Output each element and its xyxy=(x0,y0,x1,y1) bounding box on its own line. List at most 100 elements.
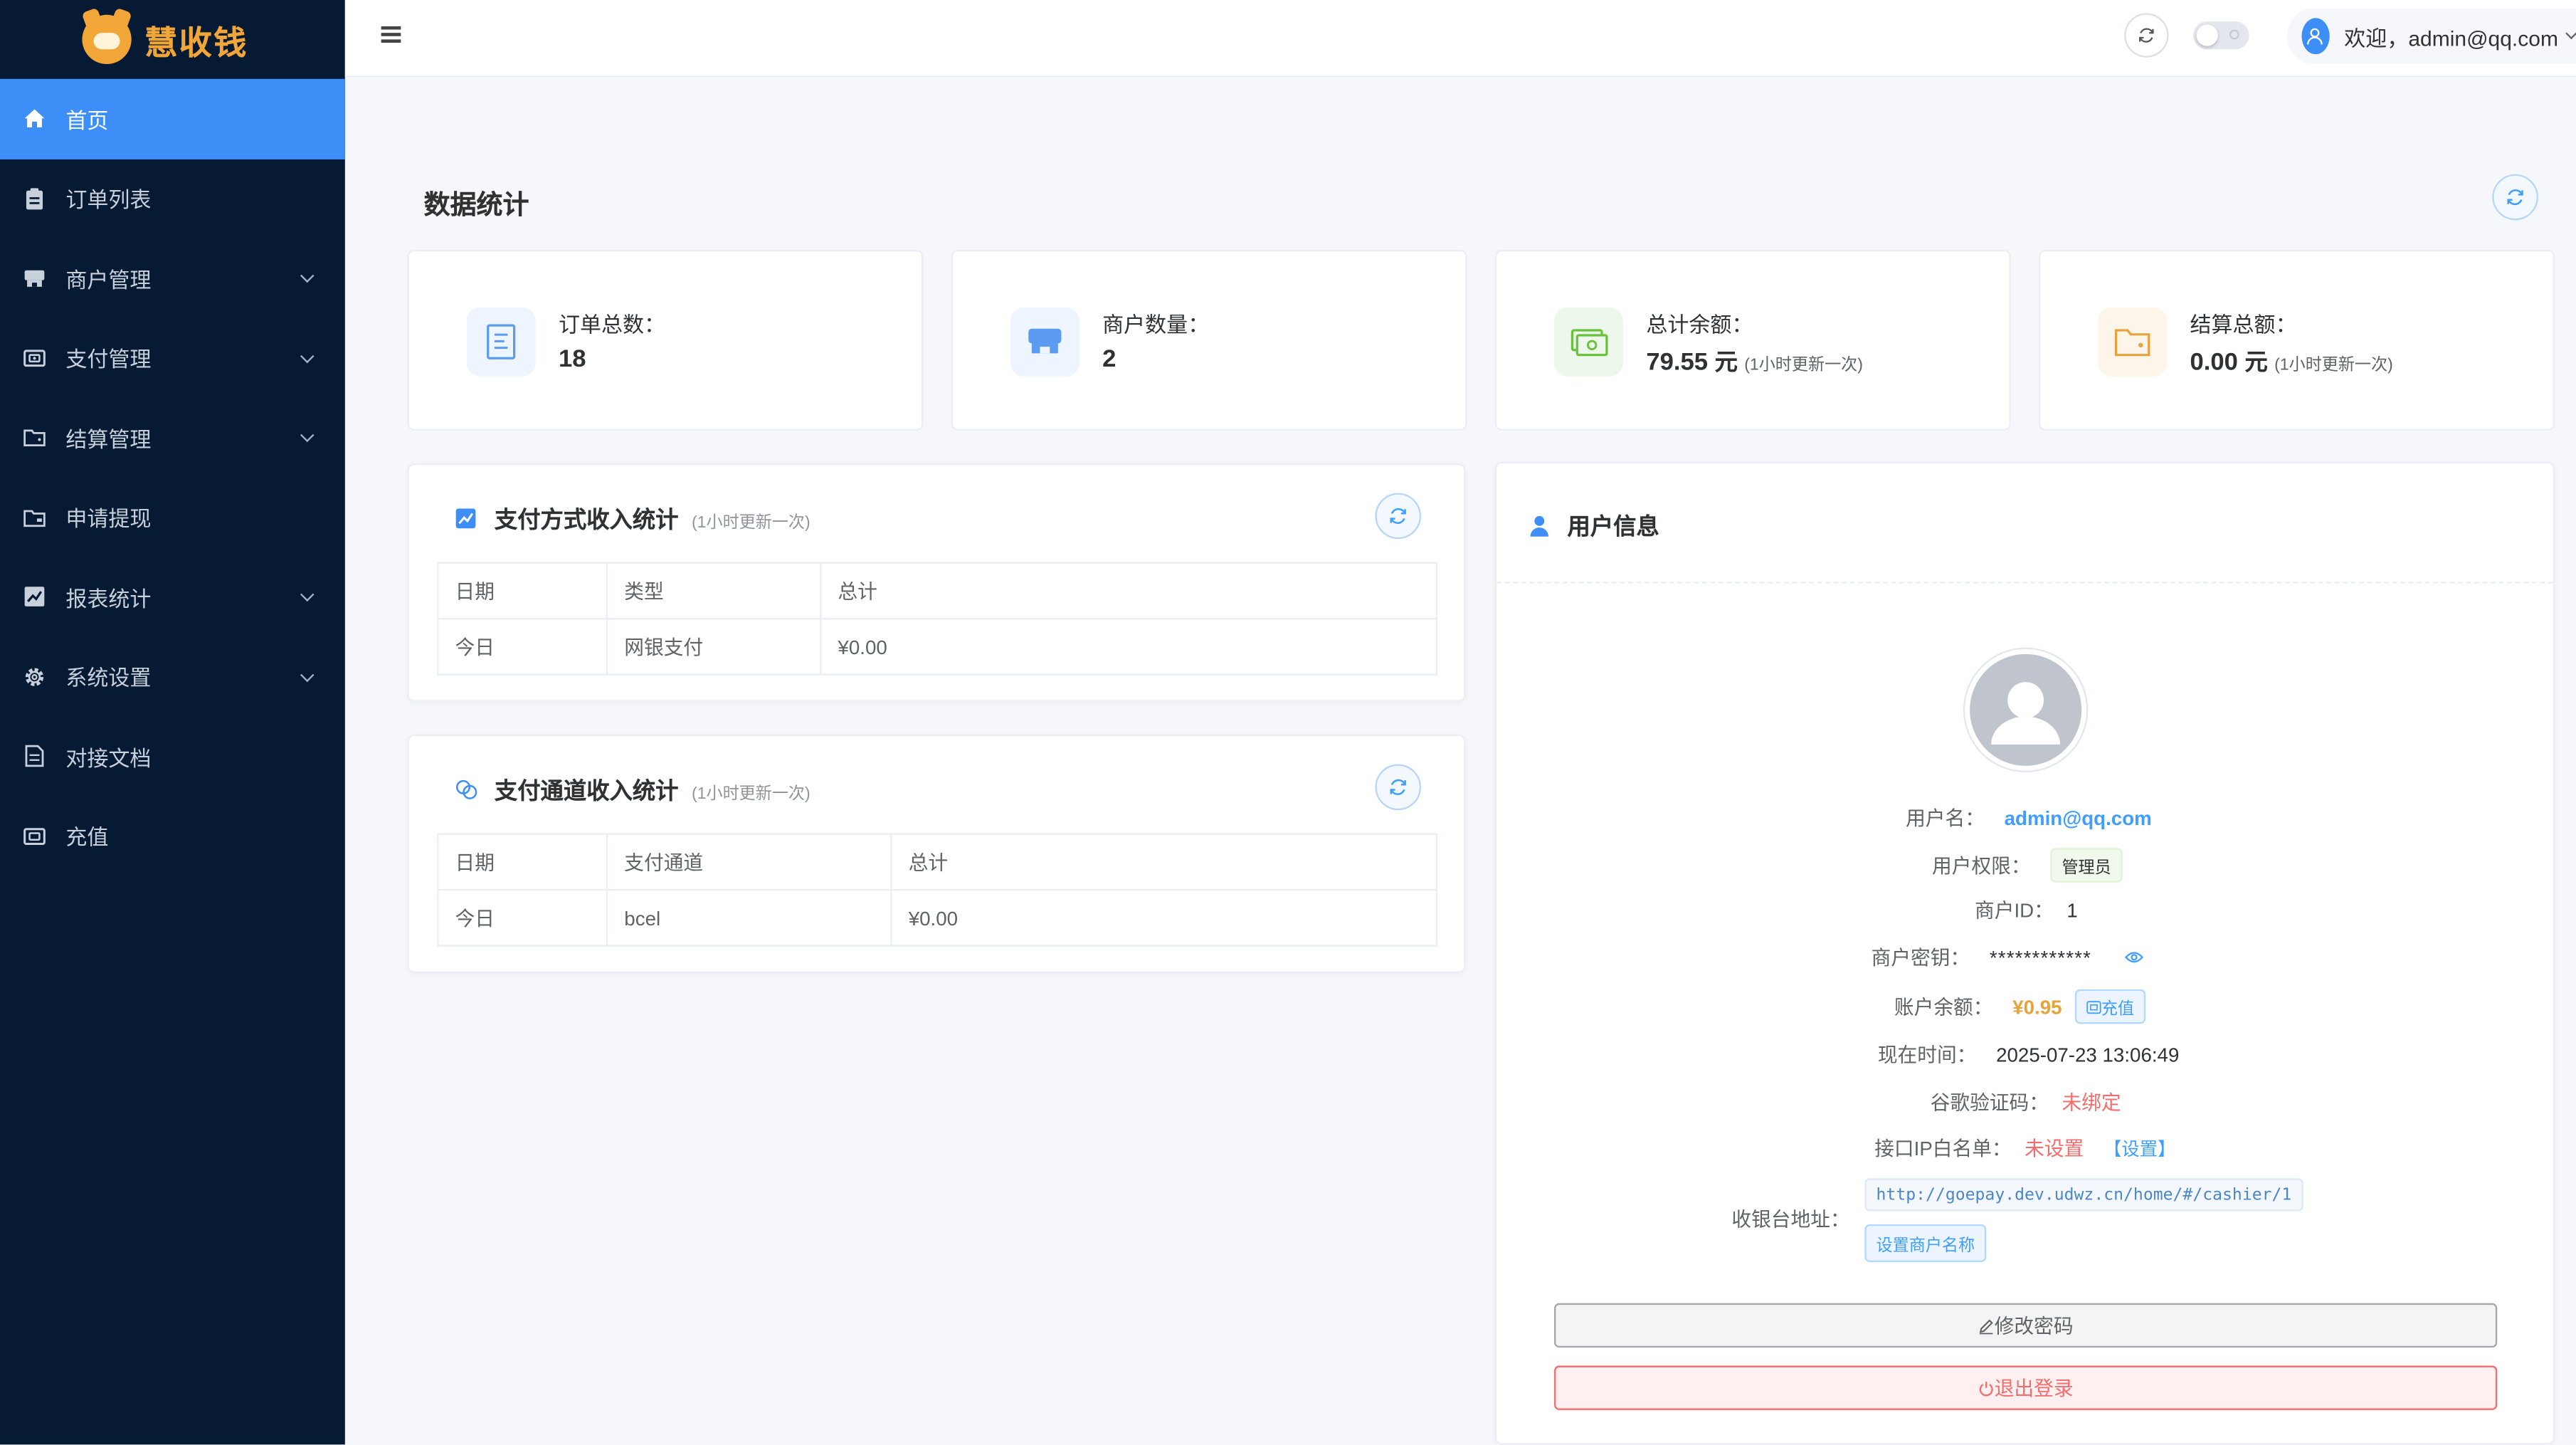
main-content: 数据统计 订单总数： 18 商户数量： 2 总计余额： 79.55 元 (1小时更… xyxy=(345,78,2576,1445)
refresh-stats-button[interactable] xyxy=(2492,174,2538,221)
logout-button[interactable]: 退出登录 xyxy=(1554,1365,2498,1410)
eye-icon[interactable] xyxy=(2124,950,2144,965)
stat-note: (1小时更新一次) xyxy=(1744,356,1863,375)
change-password-button[interactable]: 修改密码 xyxy=(1554,1303,2498,1348)
recharge-icon xyxy=(23,824,46,847)
app-logo[interactable]: 慧收钱 xyxy=(0,0,345,79)
merchant-id-value: 1 xyxy=(2066,898,2078,922)
panel-title-text: 用户信息 xyxy=(1567,513,1659,540)
wallet-icon xyxy=(23,347,46,369)
panel-note: (1小时更新一次) xyxy=(691,784,811,803)
time-row: 现在时间： 2025-07-23 13:06:49 xyxy=(1878,1040,2180,1068)
merchant-id-row: 商户ID： 1 xyxy=(1975,895,2078,923)
sidebar-item-label: 系统设置 xyxy=(65,666,152,691)
secret-label: 商户密钥： xyxy=(1871,946,1970,970)
secret-row: 商户密钥： ************ xyxy=(1872,943,2144,971)
menu-toggle-icon[interactable] xyxy=(381,26,401,43)
table-header-row: 日期 类型 总计 xyxy=(437,562,1438,620)
username-row: 用户名： admin@qq.com xyxy=(1906,804,2152,831)
stat-label: 订单总数： xyxy=(558,312,666,337)
user-avatar xyxy=(1965,648,2087,771)
google-auth-row: 谷歌验证码： 未绑定 xyxy=(1931,1088,2121,1115)
sidebar-item-label: 充值 xyxy=(65,825,109,851)
cashier-url[interactable]: http://goepay.dev.udwz.cn/home/#/cashier… xyxy=(1864,1178,2303,1212)
sidebar-item-docs[interactable]: 对接文档 xyxy=(0,717,345,797)
username-value: admin@qq.com xyxy=(2004,806,2152,829)
table-header-cell: 日期 xyxy=(437,562,608,620)
merchant-id-label: 商户ID： xyxy=(1975,898,2054,923)
stat-unit: 元 xyxy=(1714,348,1738,375)
sidebar-item-label: 结算管理 xyxy=(65,426,152,452)
panel-title: 支付方式收入统计 (1小时更新一次) xyxy=(455,503,811,535)
role-label: 用户权限： xyxy=(1932,854,2031,878)
table-row: 今日 网银支付 ¥0.00 xyxy=(437,618,1438,676)
panel-note: (1小时更新一次) xyxy=(691,513,811,532)
stat-number: 18 xyxy=(558,345,586,374)
sidebar-menu: 首页 订单列表 商户管理 支付管理 结算管理 申请提现 报表统计 系统设置 对接… xyxy=(0,78,345,876)
cashier-row: 收银台地址： xyxy=(1731,1204,1849,1232)
table-header-row: 日期 支付通道 总计 xyxy=(437,833,1438,891)
balance-label: 账户余额： xyxy=(1894,996,1993,1019)
sidebar-item-settlement[interactable]: 结算管理 xyxy=(0,398,345,478)
refresh-icon xyxy=(1390,779,1406,795)
google-auth-status: 未绑定 xyxy=(2062,1091,2121,1115)
recharge-button[interactable]: 充值 xyxy=(2074,989,2146,1024)
table-row: 今日 bcel ¥0.00 xyxy=(437,889,1438,947)
sidebar-item-payments[interactable]: 支付管理 xyxy=(0,318,345,398)
refresh-pay-channel-button[interactable] xyxy=(1375,764,1422,811)
stat-value: 18 xyxy=(559,345,586,373)
pay-method-panel: 支付方式收入统计 (1小时更新一次) 日期 类型 总计 今日 网银支付 ¥0.0… xyxy=(407,463,1466,702)
sidebar: 慧收钱 首页 订单列表 商户管理 支付管理 结算管理 申请提现 报表统计 系统设… xyxy=(0,0,345,1445)
edit-icon xyxy=(1979,1318,1993,1334)
theme-toggle-switch[interactable] xyxy=(2193,21,2249,50)
sidebar-item-label: 对接文档 xyxy=(65,745,152,771)
chart-icon xyxy=(23,585,46,608)
document-icon xyxy=(23,745,46,767)
panel-title-text: 支付方式收入统计 xyxy=(494,506,679,533)
table-cell: 今日 xyxy=(437,618,608,676)
gear-icon xyxy=(23,665,46,688)
folder-icon xyxy=(23,426,46,449)
money-icon xyxy=(1554,307,1623,377)
shop-icon xyxy=(23,267,46,290)
stat-value: 79.55 元 (1小时更新一次) xyxy=(1646,345,1863,378)
user-menu[interactable]: 欢迎，admin@qq.com xyxy=(2286,8,2576,65)
set-merchant-name-button[interactable]: 设置商户名称 xyxy=(1864,1224,1987,1263)
sidebar-item-recharge[interactable]: 充值 xyxy=(0,797,345,876)
sidebar-item-system-settings[interactable]: 系统设置 xyxy=(0,637,345,717)
sidebar-item-home[interactable]: 首页 xyxy=(0,78,345,159)
balance-value: ¥0.95 xyxy=(2012,994,2062,1019)
sidebar-item-withdraw[interactable]: 申请提现 xyxy=(0,478,345,557)
secret-value: ************ xyxy=(1989,945,2092,969)
refresh-page-button[interactable] xyxy=(2124,13,2169,58)
stat-card-merchants: 商户数量： 2 xyxy=(951,249,1467,431)
sidebar-item-label: 首页 xyxy=(65,107,109,133)
ip-whitelist-set-link[interactable]: 【设置】 xyxy=(2103,1135,2176,1161)
table-header-cell: 类型 xyxy=(606,562,822,620)
refresh-pay-method-button[interactable] xyxy=(1375,493,1422,540)
sidebar-item-orders[interactable]: 订单列表 xyxy=(0,159,345,238)
user-icon xyxy=(2308,28,2323,45)
role-row: 用户权限： 管理员 xyxy=(1932,848,2123,883)
stat-unit: 元 xyxy=(2244,348,2268,375)
stat-label: 结算总额： xyxy=(2190,312,2297,337)
ip-whitelist-status: 未设置 xyxy=(2025,1137,2084,1160)
sidebar-item-label: 报表统计 xyxy=(65,586,152,611)
refresh-icon xyxy=(2139,28,2154,43)
panel-title-text: 支付通道收入统计 xyxy=(494,777,679,804)
table-header-cell: 日期 xyxy=(437,833,608,891)
channel-icon xyxy=(455,779,478,802)
stat-card-balance: 总计余额： 79.55 元 (1小时更新一次) xyxy=(1494,249,2011,431)
stat-number: 0.00 xyxy=(2190,348,2238,377)
current-time: 2025-07-23 13:06:49 xyxy=(1996,1042,2180,1066)
table-header-cell: 总计 xyxy=(890,833,1438,891)
sidebar-item-reports[interactable]: 报表统计 xyxy=(0,557,345,637)
table-cell: bcel xyxy=(606,889,892,947)
panel-title: 支付通道收入统计 (1小时更新一次) xyxy=(455,774,811,806)
sidebar-item-merchants[interactable]: 商户管理 xyxy=(0,238,345,318)
page-title: 数据统计 xyxy=(423,192,529,221)
table-cell: ¥0.00 xyxy=(890,889,1438,947)
stat-card-orders: 订单总数： 18 xyxy=(407,249,924,431)
order-list-icon xyxy=(466,307,536,377)
chevron-down-icon xyxy=(300,429,315,443)
